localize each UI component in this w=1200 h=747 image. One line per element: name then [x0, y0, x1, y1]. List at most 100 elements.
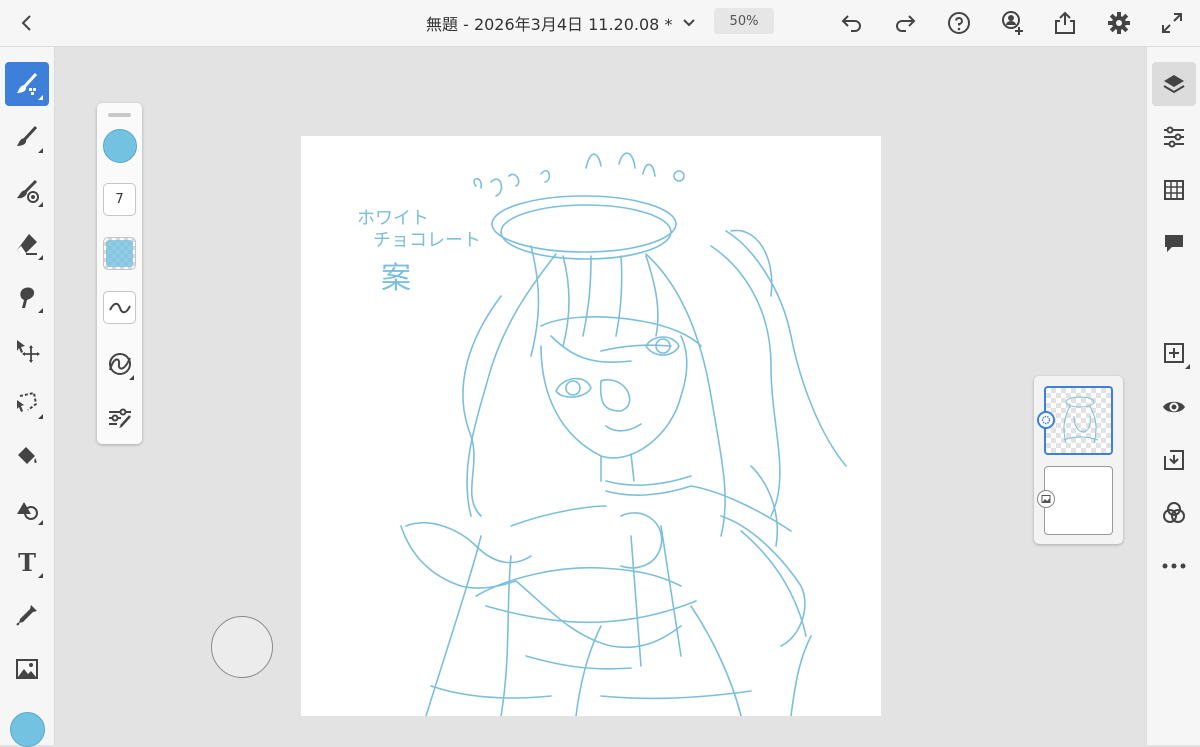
add-layer-icon [1164, 343, 1184, 363]
drawing-canvas[interactable]: ホワイト チョコレート 案 [301, 136, 881, 716]
tool-options-indicator [38, 148, 43, 153]
current-color-swatch[interactable] [10, 712, 45, 747]
undo-icon [841, 15, 861, 32]
sketch-note-line-2: チョコレート [373, 230, 481, 251]
add-person-icon [1002, 11, 1023, 35]
invite-button[interactable] [998, 8, 1028, 38]
tool-options-indicator [38, 95, 43, 100]
type-tool[interactable]: T [5, 540, 49, 584]
brush-opacity-control[interactable] [103, 237, 136, 270]
more-icon [1162, 563, 1186, 569]
fill-tool[interactable] [5, 434, 49, 478]
merge-down-icon [1164, 450, 1184, 470]
help-button[interactable] [944, 8, 974, 38]
paint-tool[interactable] [5, 62, 49, 106]
paint-brush-icon [17, 72, 38, 95]
more-options-button[interactable] [1152, 544, 1196, 588]
brush-icon [17, 125, 38, 146]
merge-down-button[interactable] [1152, 438, 1196, 482]
layers-icon [1163, 75, 1185, 94]
eye-icon [1163, 401, 1185, 413]
title-menu-button[interactable] [674, 8, 704, 38]
brush-settings-button[interactable] [103, 401, 136, 434]
move-icon [17, 340, 40, 363]
image-icon [1041, 495, 1051, 503]
brush-smoothing-control[interactable] [103, 347, 136, 380]
tool-options-indicator [38, 573, 43, 578]
brush-settings-icon [108, 408, 131, 428]
stroke-smoothing-icon [108, 352, 131, 375]
tool-options-indicator [38, 414, 43, 419]
tool-options-indicator [38, 255, 43, 260]
smudge-tool[interactable] [5, 275, 49, 319]
tool-options-indicator [38, 308, 43, 313]
layers-button[interactable] [1152, 62, 1196, 106]
sketch-layer-preview [1063, 396, 1099, 444]
blend-modes-icon [1163, 502, 1185, 523]
grid-icon [1164, 180, 1184, 200]
gear-icon [1108, 12, 1130, 34]
layer-properties-button[interactable] [1152, 115, 1196, 159]
mixer-brush-tool[interactable] [5, 169, 49, 213]
blend-modes-button[interactable] [1152, 491, 1196, 535]
sliders-icon [1164, 126, 1184, 148]
eraser-tool[interactable] [5, 222, 49, 266]
layer-visibility-button[interactable] [1152, 385, 1196, 429]
settings-button[interactable] [1104, 8, 1134, 38]
fullscreen-button[interactable] [1157, 8, 1187, 38]
tool-options-indicator [38, 202, 43, 207]
add-layer-button[interactable] [1152, 331, 1196, 375]
tool-options-indicator [38, 520, 43, 525]
wave-icon [108, 302, 131, 313]
brush-size-value: 7 [115, 192, 124, 207]
document-title[interactable]: 無題 - 2026年3月4日 11.20.08 * [426, 11, 672, 35]
brush-size-control[interactable]: 7 [103, 183, 136, 216]
tools-rail: T [0, 47, 55, 745]
lasso-icon [17, 391, 38, 412]
brush-tool[interactable] [5, 115, 49, 159]
brush-flow-control[interactable] [103, 291, 136, 324]
lasso-tool[interactable] [5, 381, 49, 425]
pixel-layer-icon [1041, 415, 1051, 425]
fill-icon [18, 447, 37, 464]
layers-panel [1034, 376, 1123, 544]
image-icon [16, 659, 38, 679]
redo-button[interactable] [890, 8, 920, 38]
help-icon [948, 12, 970, 34]
share-button[interactable] [1050, 8, 1080, 38]
undo-button[interactable] [837, 8, 867, 38]
right-panel-rail [1146, 47, 1200, 745]
chevron-left-icon [21, 15, 31, 31]
sketch-artwork: ホワイト チョコレート 案 [357, 152, 847, 716]
comment-icon [1165, 235, 1183, 252]
opacity-preview [106, 240, 133, 267]
tool-options-indicator [1185, 364, 1190, 369]
comments-button[interactable] [1152, 221, 1196, 265]
shapes-icon [17, 502, 38, 520]
eyedropper-tool[interactable] [5, 593, 49, 637]
brush-color-swatch[interactable] [103, 129, 137, 163]
eraser-icon [17, 234, 37, 255]
brush-layer-badge [1037, 411, 1055, 429]
panel-drag-handle[interactable] [108, 113, 131, 117]
mixer-brush-icon [17, 179, 39, 203]
grid-button[interactable] [1152, 168, 1196, 212]
control-options-indicator [129, 375, 134, 380]
expand-icon [1162, 13, 1182, 33]
image-layer-badge [1037, 490, 1055, 508]
top-toolbar: 無題 - 2026年3月4日 11.20.08 * 50% [0, 0, 1200, 47]
smudge-icon [20, 287, 35, 308]
redo-icon [896, 15, 916, 32]
move-tool[interactable] [5, 328, 49, 372]
sketch-note-line-3: 案 [381, 261, 411, 296]
shapes-tool[interactable] [5, 487, 49, 531]
touch-modifier-button[interactable] [211, 616, 273, 678]
brush-settings-panel: 7 [97, 103, 142, 444]
image-tool[interactable] [5, 647, 49, 691]
eyedropper-icon [16, 605, 37, 626]
back-button[interactable] [12, 8, 42, 38]
chevron-down-icon [683, 19, 695, 27]
type-icon: T [18, 547, 36, 577]
zoom-level[interactable]: 50% [714, 8, 774, 34]
share-icon [1055, 11, 1075, 34]
